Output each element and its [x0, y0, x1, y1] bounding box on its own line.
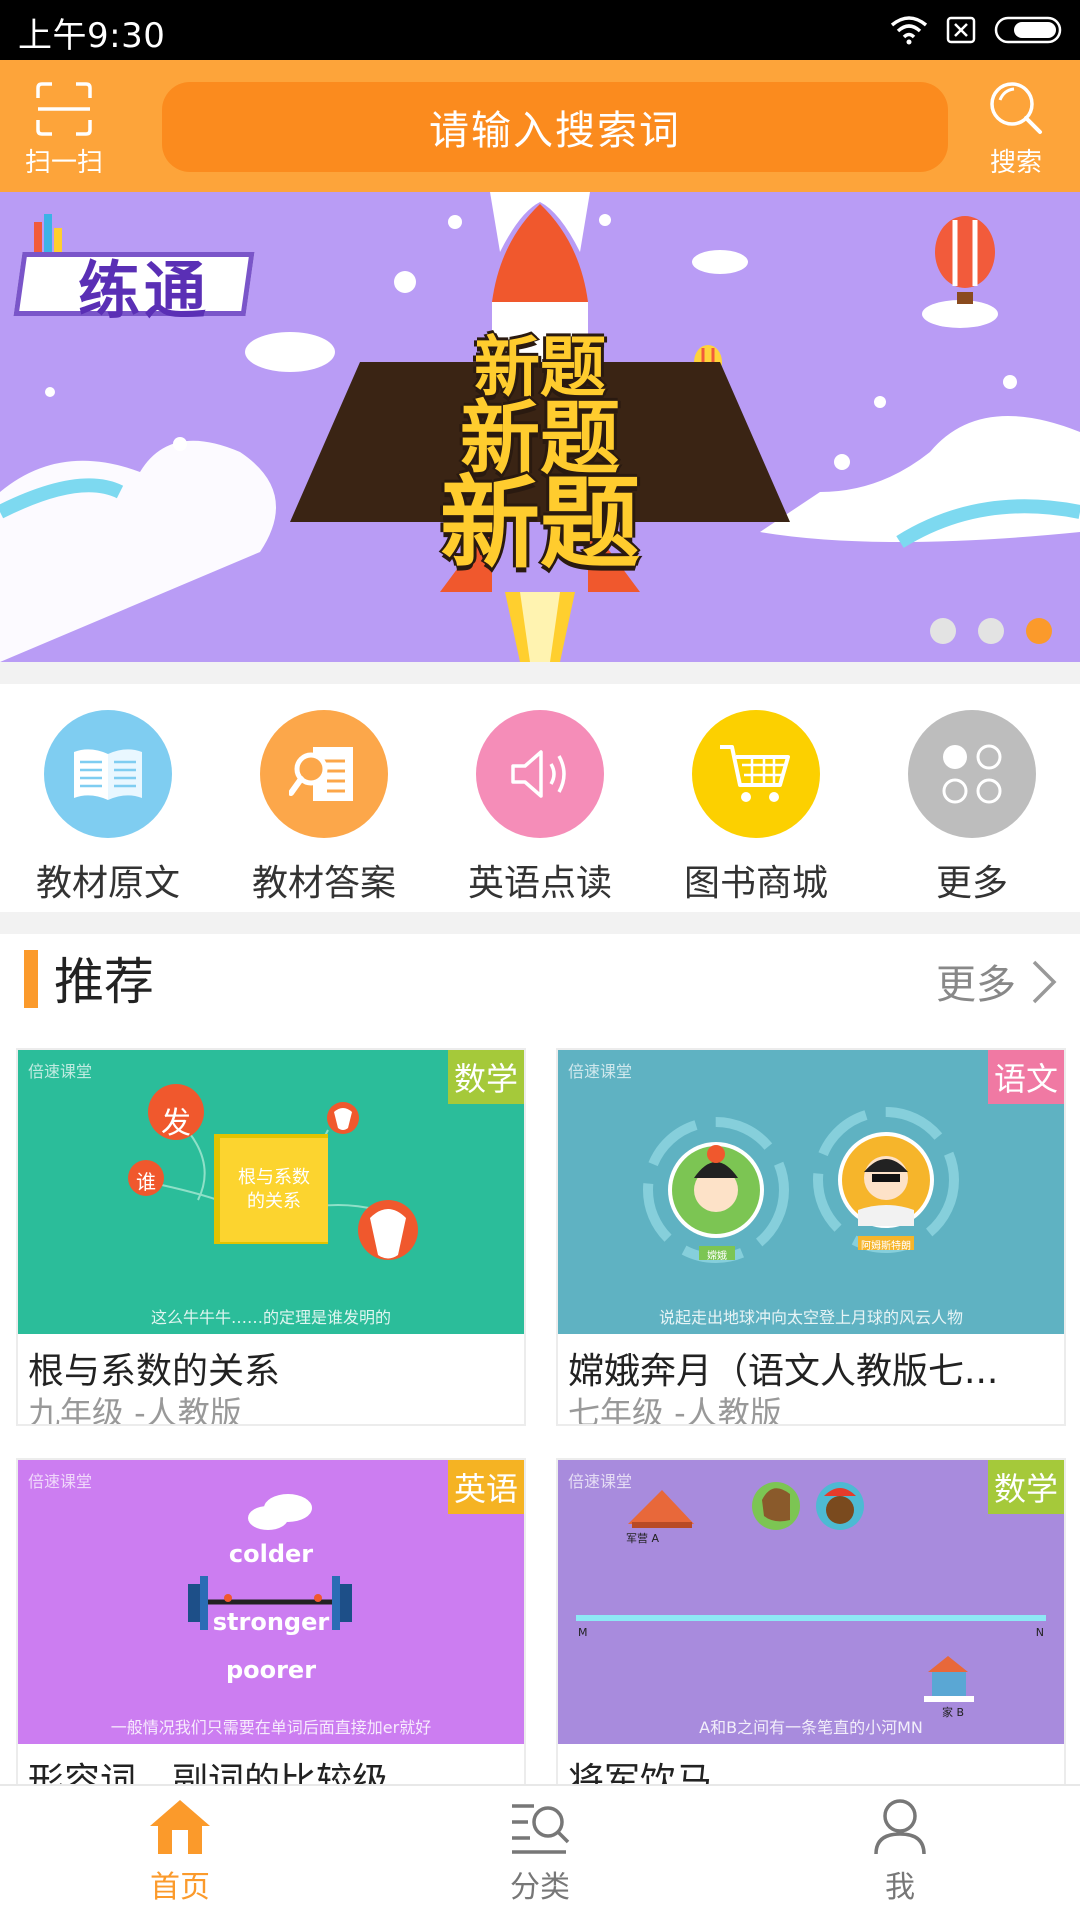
chevron-right-icon[interactable]	[1028, 958, 1058, 1006]
shortcut-english-reading[interactable]: 英语点读	[432, 710, 648, 906]
shortcut-label: 教材原文	[35, 863, 180, 904]
thumb-label: N	[1035, 1626, 1044, 1639]
shortcut-label: 图书商城	[683, 863, 828, 904]
card-subtitle: 九年级 -人教版	[28, 1394, 242, 1426]
thumb-label: M	[578, 1626, 588, 1639]
speaker-icon	[476, 710, 604, 838]
card-caption: 一般情况我们只需要在单词后面直接加er就好	[110, 1718, 432, 1737]
cart-icon	[692, 710, 820, 838]
shortcut-textbook-answers[interactable]: 教材答案	[216, 710, 432, 906]
card-brand: 倍速课堂	[28, 1472, 93, 1491]
subject-tag: 数学	[987, 1460, 1064, 1514]
banner-dot[interactable]	[930, 618, 956, 644]
thumb-word: colder	[228, 1540, 314, 1568]
banner-logo: 练通	[13, 226, 255, 327]
document-search-icon	[260, 710, 388, 838]
banner-dot[interactable]	[978, 618, 1004, 644]
search-label: 搜索	[989, 148, 1042, 178]
shortcut-bookstore[interactable]: 图书商城	[648, 710, 864, 906]
card-caption: 这么牛牛牛……的定理是谁发明的	[150, 1308, 391, 1327]
course-thumbnail: 倍速课堂 colder stronger poorer 一般情况我们只需要在单词…	[18, 1460, 524, 1744]
shortcut-textbook-original[interactable]: 教材原文	[0, 710, 216, 906]
shortcut-more[interactable]: 更多	[864, 710, 1080, 906]
subject-tag: 语文	[987, 1050, 1064, 1104]
scan-label: 扫一扫	[24, 148, 103, 178]
search-input[interactable]: 请输入搜索词	[162, 82, 948, 172]
search-button[interactable]: 搜索	[970, 80, 1062, 180]
banner-headline-3: 新题	[440, 465, 640, 582]
user-icon	[874, 1799, 926, 1855]
banner-pagination	[930, 618, 1052, 644]
card-brand: 倍速课堂	[568, 1062, 633, 1081]
status-bar: 上午9:30	[0, 0, 1080, 60]
banner-dot-active[interactable]	[1026, 618, 1052, 644]
thumb-label: 阿姆斯特朗	[861, 1241, 911, 1252]
subject-tag: 数学	[447, 1050, 524, 1104]
section-accent-bar	[24, 950, 38, 1008]
nav-label: 分类	[510, 1870, 570, 1905]
nav-home[interactable]: 首页	[80, 1796, 280, 1906]
card-caption: A和B之间有一条笔直的小河MN	[699, 1718, 923, 1737]
category-search-icon	[512, 1804, 570, 1854]
thumb-word: poorer	[225, 1656, 317, 1684]
section-divider	[0, 912, 1080, 934]
status-icons	[890, 12, 1066, 48]
card-subtitle: 七年级 -人教版	[568, 1394, 782, 1426]
grid-circles-icon	[908, 710, 1036, 838]
shortcut-label: 更多	[935, 863, 1008, 904]
top-header: 扫一扫 请输入搜索词 搜索	[0, 60, 1080, 192]
thumb-center-text: 根与系数 的关系	[238, 1167, 310, 1212]
recommend-title: 推荐	[54, 953, 154, 1011]
course-card[interactable]: 倍速课堂 嫦娥 阿姆斯特朗 说起走出地球冲向太空登上月球的风云人物 语文 嫦娥奔…	[556, 1048, 1066, 1426]
course-thumbnail: 倍速课堂 嫦娥 阿姆斯特朗 说起走出地球冲向太空登上月球的风云人物 语文	[558, 1050, 1064, 1334]
nav-label: 我	[885, 1870, 915, 1905]
scan-icon	[36, 82, 92, 136]
book-icon	[44, 710, 172, 838]
nav-me[interactable]: 我	[800, 1796, 1000, 1906]
shortcut-grid: 教材原文 教材答案 英语点读 图书商城 更多	[0, 684, 1080, 912]
recommend-header: 推荐 更多	[0, 934, 1080, 1044]
battery-icon	[994, 16, 1062, 44]
card-brand: 倍速课堂	[568, 1472, 633, 1491]
course-card[interactable]: 倍速课堂 军营 A M N 家 B A和B之间有一条笔直的小河MN 数学 将军饮…	[556, 1458, 1066, 1836]
bottom-nav: 首页 分类 我	[0, 1784, 1080, 1920]
thumb-bubble-text: 谁	[136, 1170, 156, 1194]
shortcut-label: 英语点读	[467, 863, 612, 904]
thumb-label: 嫦娥	[707, 1251, 727, 1262]
status-time: 上午9:30	[18, 16, 166, 56]
thumb-label: 军营 A	[626, 1532, 660, 1545]
card-title: 根与系数的关系	[28, 1351, 281, 1392]
search-icon	[990, 82, 1042, 134]
thumb-word: stronger	[212, 1608, 330, 1636]
home-icon	[150, 1800, 210, 1854]
sim-off-icon	[946, 16, 976, 44]
card-title: 嫦娥奔月（语文人教版七...	[568, 1351, 999, 1392]
course-thumbnail: 倍速课堂 发 谁 根与系数 的关系 这么牛牛牛……的定理是谁发明的 数学	[18, 1050, 524, 1334]
section-divider	[0, 662, 1080, 684]
card-brand: 倍速课堂	[28, 1062, 93, 1081]
nav-category[interactable]: 分类	[440, 1796, 640, 1906]
recommend-more-link[interactable]: 更多	[936, 952, 1016, 1010]
card-caption: 说起走出地球冲向太空登上月球的风云人物	[658, 1308, 963, 1327]
wifi-icon	[890, 16, 928, 45]
course-card[interactable]: 倍速课堂 发 谁 根与系数 的关系 这么牛牛牛……的定理是谁发明的 数学 根与系…	[16, 1048, 526, 1426]
scan-button[interactable]: 扫一扫	[18, 80, 110, 180]
course-thumbnail: 倍速课堂 军营 A M N 家 B A和B之间有一条笔直的小河MN 数学	[558, 1460, 1064, 1744]
shortcut-label: 教材答案	[251, 863, 396, 904]
course-card[interactable]: 倍速课堂 colder stronger poorer 一般情况我们只需要在单词…	[16, 1458, 526, 1836]
thumb-bubble-text: 发	[161, 1106, 191, 1141]
subject-tag: 英语	[447, 1460, 524, 1514]
nav-label: 首页	[150, 1870, 210, 1905]
promo-banner[interactable]: 练通 新题 新题 新题	[0, 192, 1080, 662]
